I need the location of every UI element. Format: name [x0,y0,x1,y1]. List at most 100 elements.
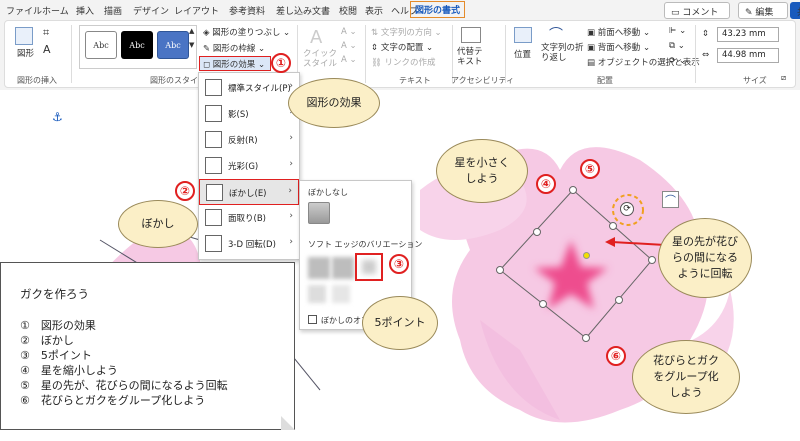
gallery-up-icon[interactable]: ▲ [189,27,194,35]
fill-label: 図形の塗りつぶし [212,28,281,38]
effects-menu-item-glow[interactable]: 光彩(G) › [199,153,299,179]
layout-options-icon[interactable]: ⌒ [662,191,679,208]
alt-text-label[interactable]: 代替テ キスト [457,47,483,67]
text-effects-icon[interactable]: A ⌄ [341,55,357,65]
send-backward-icon: ▣ [587,43,598,53]
text-group-label: テキスト [399,76,431,85]
chevron-right-icon: › [289,133,293,143]
text-outline-icon[interactable]: A ⌄ [341,41,357,51]
note-item: ② ぼかし [20,334,74,347]
menu-item-label: ぼかし(E) [229,189,267,199]
effects-menu-item-shadow[interactable]: 影(S) › [199,101,299,127]
comment-button[interactable]: ▭ コメント [664,2,730,19]
width-input[interactable]: 44.98 mm [717,48,779,63]
resize-handle[interactable] [609,222,617,230]
tab-review[interactable]: 校閲 [339,4,357,17]
effects-menu-item-3d-rotation[interactable]: 3-D 回転(D) › [199,231,299,257]
soft-edge-option-10pt[interactable] [308,285,326,303]
resize-handle[interactable] [539,300,547,308]
text-box-icon[interactable]: A [43,43,51,56]
resize-handle[interactable] [569,186,577,194]
comment-label: コメント [682,8,719,18]
gallery-down-icon[interactable]: ▼ [189,41,194,49]
step-number-3: ③ [389,254,409,274]
wordart-a-icon[interactable]: A [310,27,322,48]
resize-handle[interactable] [582,334,590,342]
outline-label: 図形の枠線 [212,44,256,54]
step-number-6: ⑥ [606,346,626,366]
tab-references[interactable]: 参考資料 [229,4,265,17]
style-preset-label: Abc [93,40,109,50]
share-button[interactable]: 共有 [790,2,800,19]
resize-handle[interactable] [496,266,504,274]
selection-pane-icon: ▤ [587,58,598,68]
reflection-icon [205,131,222,148]
style-preset-black[interactable]: Abc [121,31,153,59]
tab-layout[interactable]: レイアウト [174,4,219,17]
outline-button[interactable]: ✎ 図形の枠線 ⌄ [203,42,265,54]
tab-view[interactable]: 表示 [365,4,383,17]
text-fill-icon[interactable]: A ⌄ [341,27,357,37]
resize-handle[interactable] [533,228,541,236]
quick-style-label[interactable]: クイック スタイル [303,49,337,69]
resize-handle[interactable] [648,256,656,264]
size-dialog-launcher-icon[interactable]: ⧄ [781,73,786,83]
effects-menu-item-bevel[interactable]: 面取り(B) › [199,205,299,231]
rotate-icon[interactable]: ⟳ ⌄ [669,56,686,66]
align-text-button[interactable]: ⇕ 文字の配置 ⌄ [371,41,433,53]
bring-forward-button[interactable]: ▣ 前面へ移動 ⌄ [587,26,650,38]
soft-edge-option-1pt[interactable] [308,257,330,279]
tab-file[interactable]: ファイル [6,4,42,17]
soft-edge-none-option[interactable] [308,202,330,224]
alt-text-icon[interactable] [461,27,481,43]
tab-home[interactable]: ホーム [42,4,69,17]
align-text-label: 文字の配置 [380,43,424,53]
position-label[interactable]: 位置 [514,48,531,60]
note-item: ① 図形の効果 [20,319,96,332]
align-icon[interactable]: ⊫ ⌄ [669,26,686,36]
chevron-right-icon: › [289,211,293,221]
wrap-text-icon[interactable]: ⌒ [549,24,563,44]
glow-icon [205,157,222,174]
shapes-label: 図形 [17,49,35,59]
position-icon[interactable] [514,27,532,43]
fill-button[interactable]: ◈ 図形の塗りつぶし ⌄ [203,26,290,38]
resize-handle[interactable] [615,296,623,304]
width-value: 44.98 mm [722,50,766,60]
tab-insert[interactable]: 挿入 [76,4,94,17]
text-direction-button[interactable]: ⇅ 文字列の方向 ⌄ [371,26,442,38]
effects-button[interactable]: ◻ 図形の効果 ⌄ [199,56,271,71]
menu-item-label: 影(S) [228,110,249,120]
height-icon: ⇕ [702,29,710,39]
callout-shrink-star: 星を小さく しよう [436,139,528,203]
bring-forward-icon: ▣ [587,28,598,38]
tab-draw[interactable]: 描画 [104,4,122,17]
soft-edge-options-icon[interactable] [308,315,317,324]
shapes-icon[interactable] [15,27,33,45]
style-preset-blue[interactable]: Abc [157,31,189,59]
style-preset-white[interactable]: Abc [85,31,117,59]
adjust-handle[interactable] [583,252,590,259]
chevron-right-icon: › [288,186,292,196]
create-link-button[interactable]: ⛓ リンクの作成 [371,56,436,68]
wrap-text-label[interactable]: 文字列の折 り返し [541,43,584,63]
soft-edge-option-25pt[interactable] [332,285,350,303]
tab-shape-format[interactable]: 図形の書式 [410,1,466,18]
rotate-handle-icon[interactable]: ⟳ [620,202,634,216]
edit-shape-icon[interactable]: ⌗ [43,26,49,40]
tab-design[interactable]: デザイン [133,4,169,17]
send-backward-button[interactable]: ▣ 背面へ移動 ⌄ [587,41,650,53]
size-group-label: サイズ [743,76,767,85]
soft-edge-option-2pt[interactable] [332,257,354,279]
create-link-label: リンクの作成 [384,58,436,68]
effects-menu-item-soft-edges[interactable]: ぼかし(E) › [199,179,299,205]
chevron-right-icon: › [289,159,293,169]
height-input[interactable]: 43.23 mm [717,27,779,42]
menu-item-label: 3-D 回転(D) [228,240,276,250]
effects-menu-item-reflection[interactable]: 反射(R) › [199,127,299,153]
soft-edge-option-5pt[interactable] [355,253,383,281]
effects-menu-item-preset[interactable]: 標準スタイル(P) › [199,75,299,101]
edit-button[interactable]: ✎ 編集 [738,2,788,19]
tab-mailings[interactable]: 差し込み文書 [276,4,330,17]
group-icon[interactable]: ⧉ ⌄ [669,41,685,51]
